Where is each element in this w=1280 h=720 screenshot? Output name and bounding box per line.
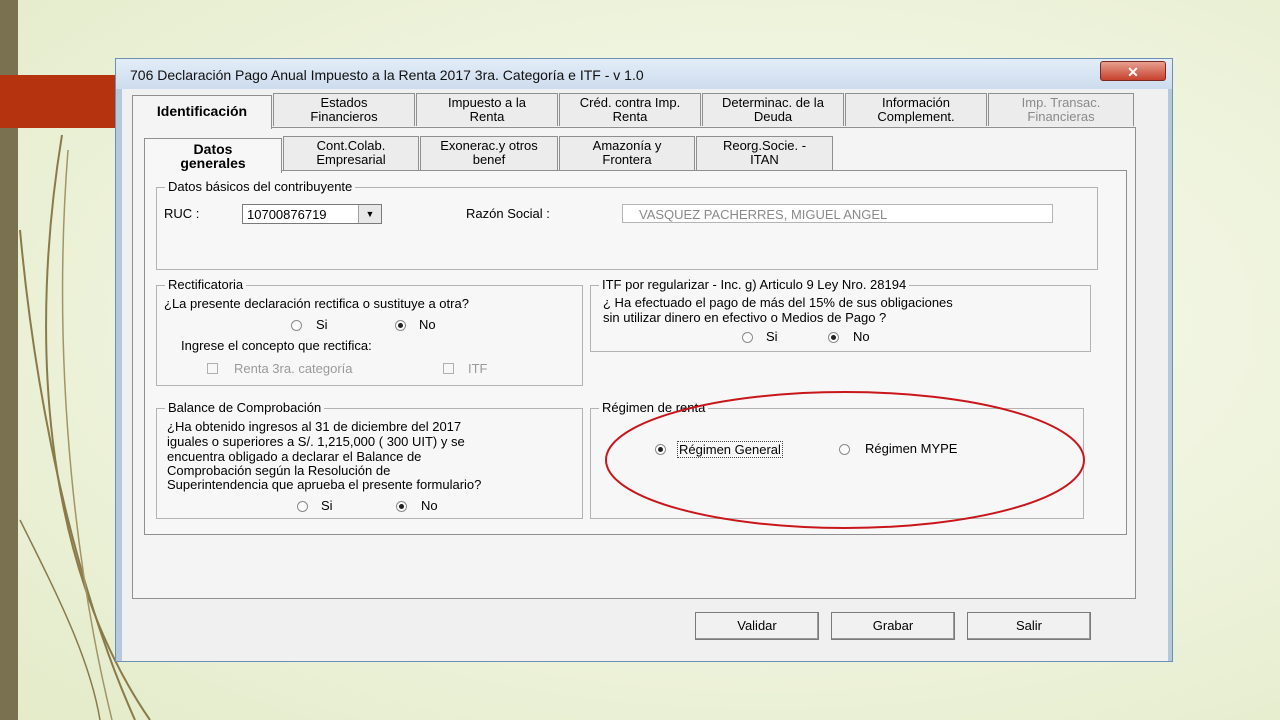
subtab-label: Cont.Colab. xyxy=(316,138,386,153)
tab-label: Determinac. de la xyxy=(722,95,824,110)
itf-no-radio[interactable] xyxy=(828,332,839,343)
declaration-window: 706 Declaración Pago Anual Impuesto a la… xyxy=(115,58,1173,662)
title-bar: 706 Declaración Pago Anual Impuesto a la… xyxy=(116,59,1172,89)
balance-text-line: Comprobación según la Resolución de xyxy=(167,463,391,478)
tab-label: Créd. contra Imp. xyxy=(579,95,681,110)
balance-no-label: No xyxy=(421,498,438,513)
tab-estados-financieros[interactable]: Estados Financieros xyxy=(273,93,415,126)
itf-question-line1: ¿ Ha efectuado el pago de más del 15% de… xyxy=(603,295,953,310)
salir-button-label: Salir xyxy=(1015,618,1042,633)
balance-text-line: iguales o superiores a S/. 1,215,000 ( 3… xyxy=(167,434,465,449)
tab-label: Imp. Transac. xyxy=(1021,95,1101,110)
subtab-exoneraciones[interactable]: Exonerac.y otros benef xyxy=(420,136,558,170)
balance-no-radio[interactable] xyxy=(396,501,407,512)
tab-informacion-complementaria[interactable]: Información Complement. xyxy=(845,93,987,126)
tab-label: Financieras xyxy=(1027,109,1095,124)
itf-si-label: Si xyxy=(766,329,778,344)
rectifica-si-radio[interactable] xyxy=(291,320,302,331)
window-border-left xyxy=(116,89,122,661)
group-legend: Datos básicos del contribuyente xyxy=(165,179,356,194)
subtab-label: Amazonía y xyxy=(592,138,662,153)
tab-label: Identificación xyxy=(156,103,248,119)
tab-label: Estados xyxy=(320,95,368,110)
subtab-label: benef xyxy=(472,152,506,167)
balance-si-label: Si xyxy=(321,498,333,513)
tab-label: Deuda xyxy=(753,109,793,124)
subtab-label: Reorg.Socie. - xyxy=(722,138,807,153)
group-legend: Balance de Comprobación xyxy=(165,400,325,415)
group-legend: Rectificatoria xyxy=(165,277,247,292)
tab-label: Complement. xyxy=(877,109,955,124)
ruc-label: RUC : xyxy=(164,206,200,221)
subtab-label: Exonerac.y otros xyxy=(440,138,538,153)
tab-label: Información xyxy=(882,95,950,110)
itf-question-line2: sin utilizar dinero en efectivo o Medios… xyxy=(603,310,887,325)
subtab-label: generales xyxy=(180,155,246,171)
chevron-down-icon[interactable]: ▼ xyxy=(358,205,381,223)
ruc-combobox[interactable]: 10700876719 ▼ xyxy=(242,204,382,224)
slide-accent-block xyxy=(0,75,120,128)
balance-si-radio[interactable] xyxy=(297,501,308,512)
tab-credito-renta[interactable]: Créd. contra Imp. Renta xyxy=(559,93,701,126)
tab-impuesto-renta[interactable]: Impuesto a la Renta xyxy=(416,93,558,126)
group-datos-basicos: Datos básicos del contribuyente xyxy=(156,179,1098,270)
window-border-right xyxy=(1168,89,1172,661)
validar-button[interactable]: Validar xyxy=(695,612,819,640)
tab-identificacion[interactable]: Identificación xyxy=(132,95,272,129)
itf-no-label: No xyxy=(853,329,870,344)
rectifica-si-label: Si xyxy=(316,317,328,332)
razon-social-label: Razón Social : xyxy=(466,206,550,221)
subtab-cont-colab[interactable]: Cont.Colab. Empresarial xyxy=(283,136,419,170)
concepto-label: Ingrese el concepto que rectifica: xyxy=(181,338,372,353)
razon-social-field[interactable]: VASQUEZ PACHERRES, MIGUEL ANGEL xyxy=(622,204,1053,223)
renta3-label: Renta 3ra. categoría xyxy=(234,361,353,376)
rectifica-no-label: No xyxy=(419,317,436,332)
grabar-button[interactable]: Grabar xyxy=(831,612,955,640)
subtab-label: Frontera xyxy=(602,152,652,167)
itf-label: ITF xyxy=(468,361,488,376)
close-button[interactable]: ✕ xyxy=(1100,61,1166,81)
tab-label: Renta xyxy=(469,109,505,124)
group-legend: ITF por regularizar - Inc. g) Articulo 9… xyxy=(599,277,910,292)
subtab-label: Empresarial xyxy=(316,152,386,167)
rectifica-no-radio[interactable] xyxy=(395,320,406,331)
annotation-ellipse xyxy=(605,391,1085,529)
subtab-label: Datos xyxy=(193,141,233,157)
tab-imp-transac-financieras[interactable]: Imp. Transac. Financieras xyxy=(988,93,1134,126)
balance-text-line: ¿Ha obtenido ingresos al 31 de diciembre… xyxy=(167,419,462,434)
ruc-value: 10700876719 xyxy=(247,207,327,222)
salir-button[interactable]: Salir xyxy=(967,612,1091,640)
validar-button-label: Validar xyxy=(737,618,777,633)
rectificatoria-question: ¿La presente declaración rectifica o sus… xyxy=(164,296,469,311)
window-title: 706 Declaración Pago Anual Impuesto a la… xyxy=(130,67,644,83)
balance-text-line: encuentra obligado a declarar el Balance… xyxy=(167,449,422,464)
tab-label: Financieros xyxy=(310,109,378,124)
subtab-datos-generales[interactable]: Datos generales xyxy=(144,138,282,173)
itf-checkbox[interactable] xyxy=(443,363,454,374)
subtab-label: ITAN xyxy=(750,152,779,167)
subtab-reorg-sociedades[interactable]: Reorg.Socie. - ITAN xyxy=(696,136,833,170)
subtab-amazonia-frontera[interactable]: Amazonía y Frontera xyxy=(559,136,695,170)
balance-text-line: Superintendencia que aprueba el presente… xyxy=(167,477,482,492)
tab-label: Impuesto a la xyxy=(447,95,527,110)
razon-social-value: VASQUEZ PACHERRES, MIGUEL ANGEL xyxy=(639,207,888,222)
renta3-checkbox[interactable] xyxy=(207,363,218,374)
itf-si-radio[interactable] xyxy=(742,332,753,343)
tab-determinacion-deuda[interactable]: Determinac. de la Deuda xyxy=(702,93,844,126)
tab-label: Renta xyxy=(612,109,648,124)
grabar-button-label: Grabar xyxy=(872,618,914,633)
